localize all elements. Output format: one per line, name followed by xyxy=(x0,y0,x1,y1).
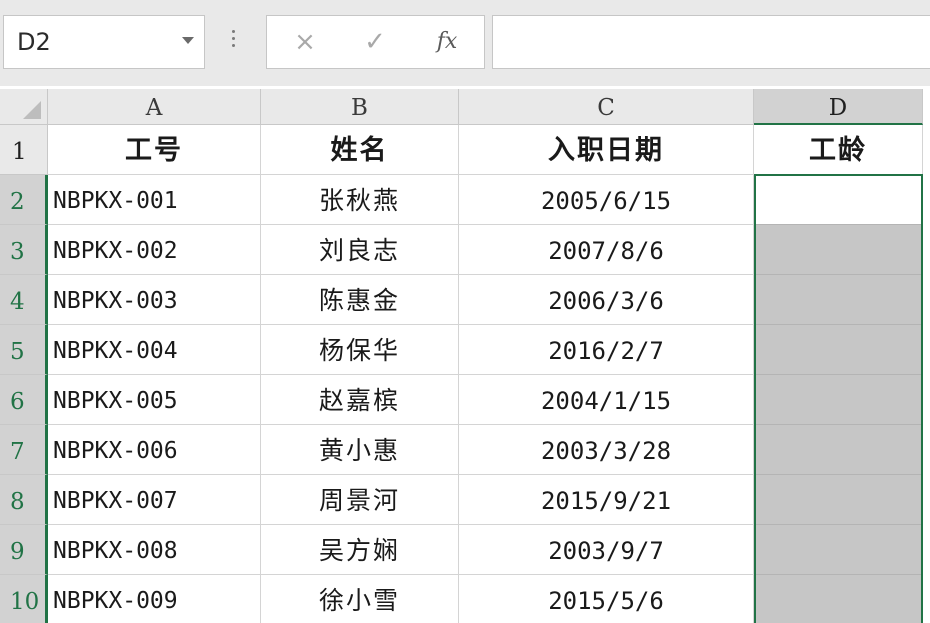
cell-a2[interactable]: NBPKX-001 xyxy=(48,175,261,225)
cell-d4[interactable] xyxy=(754,275,923,325)
header-cell-d[interactable]: 工龄 xyxy=(754,125,923,175)
cell-a5[interactable]: NBPKX-004 xyxy=(48,325,261,375)
row-header-9[interactable]: 9 xyxy=(0,525,48,575)
cell-a3[interactable]: NBPKX-002 xyxy=(48,225,261,275)
cell-a10[interactable]: NBPKX-009 xyxy=(48,575,261,623)
cell-a7[interactable]: NBPKX-006 xyxy=(48,425,261,475)
header-cell-b[interactable]: 姓名 xyxy=(261,125,459,175)
row-header-6[interactable]: 6 xyxy=(0,375,48,425)
column-header-a[interactable]: A xyxy=(48,89,261,125)
row-header-4[interactable]: 4 xyxy=(0,275,48,325)
worksheet-grid: A B C D 1 2 3 4 5 6 7 8 9 10 工号 姓名 入职日期 工龄 NBPKX-001 张秋燕 200… xyxy=(0,89,930,623)
spreadsheet-window: D2 × ✓ fx A B C D 1 2 3 4 5 6 7 8 9 10 工号 姓名 入职日期 工龄 NBPKX… xyxy=(0,0,930,623)
insert-function-icon[interactable]: fx xyxy=(425,16,469,68)
cell-c3[interactable]: 2007/8/6 xyxy=(459,225,754,275)
formula-buttons: × ✓ fx xyxy=(266,15,485,69)
header-cell-a[interactable]: 工号 xyxy=(48,125,261,175)
formula-bar: D2 × ✓ fx xyxy=(0,0,930,86)
cell-a6[interactable]: NBPKX-005 xyxy=(48,375,261,425)
cell-b9[interactable]: 吴方娴 xyxy=(261,525,459,575)
cell-c9[interactable]: 2003/9/7 xyxy=(459,525,754,575)
cell-b10[interactable]: 徐小雪 xyxy=(261,575,459,623)
chevron-down-icon[interactable] xyxy=(182,37,194,44)
drag-handle-icon[interactable] xyxy=(232,30,236,54)
row-header-10[interactable]: 10 xyxy=(0,575,48,623)
cell-c7[interactable]: 2003/3/28 xyxy=(459,425,754,475)
column-header-b[interactable]: B xyxy=(261,89,459,125)
name-box[interactable]: D2 xyxy=(3,15,205,69)
cell-d6[interactable] xyxy=(754,375,923,425)
row-header-1[interactable]: 1 xyxy=(0,125,48,175)
cell-d9[interactable] xyxy=(754,525,923,575)
row-header-7[interactable]: 7 xyxy=(0,425,48,475)
cell-c2[interactable]: 2005/6/15 xyxy=(459,175,754,225)
row-header-8[interactable]: 8 xyxy=(0,475,48,525)
cell-d2[interactable] xyxy=(754,175,923,225)
close-icon[interactable]: × xyxy=(283,16,327,68)
select-all-button[interactable] xyxy=(0,89,48,125)
cell-b3[interactable]: 刘良志 xyxy=(261,225,459,275)
cell-c8[interactable]: 2015/9/21 xyxy=(459,475,754,525)
cell-b6[interactable]: 赵嘉槟 xyxy=(261,375,459,425)
cell-b8[interactable]: 周景河 xyxy=(261,475,459,525)
header-cell-c[interactable]: 入职日期 xyxy=(459,125,754,175)
name-box-value: D2 xyxy=(17,28,51,56)
cell-b4[interactable]: 陈惠金 xyxy=(261,275,459,325)
cell-a8[interactable]: NBPKX-007 xyxy=(48,475,261,525)
cell-b2[interactable]: 张秋燕 xyxy=(261,175,459,225)
cell-d8[interactable] xyxy=(754,475,923,525)
cell-b5[interactable]: 杨保华 xyxy=(261,325,459,375)
checkmark-icon[interactable]: ✓ xyxy=(353,16,397,68)
column-header-c[interactable]: C xyxy=(459,89,754,125)
cell-d3[interactable] xyxy=(754,225,923,275)
cell-a9[interactable]: NBPKX-008 xyxy=(48,525,261,575)
cell-c10[interactable]: 2015/5/6 xyxy=(459,575,754,623)
cell-a4[interactable]: NBPKX-003 xyxy=(48,275,261,325)
cell-d5[interactable] xyxy=(754,325,923,375)
row-header-5[interactable]: 5 xyxy=(0,325,48,375)
column-header-d[interactable]: D xyxy=(754,89,923,125)
cell-c6[interactable]: 2004/1/15 xyxy=(459,375,754,425)
cell-b7[interactable]: 黄小惠 xyxy=(261,425,459,475)
formula-input[interactable] xyxy=(492,15,930,69)
select-all-icon xyxy=(23,101,41,119)
cell-d7[interactable] xyxy=(754,425,923,475)
cell-d10[interactable] xyxy=(754,575,923,623)
cell-c4[interactable]: 2006/3/6 xyxy=(459,275,754,325)
row-header-3[interactable]: 3 xyxy=(0,225,48,275)
row-header-2[interactable]: 2 xyxy=(0,175,48,225)
cell-c5[interactable]: 2016/2/7 xyxy=(459,325,754,375)
